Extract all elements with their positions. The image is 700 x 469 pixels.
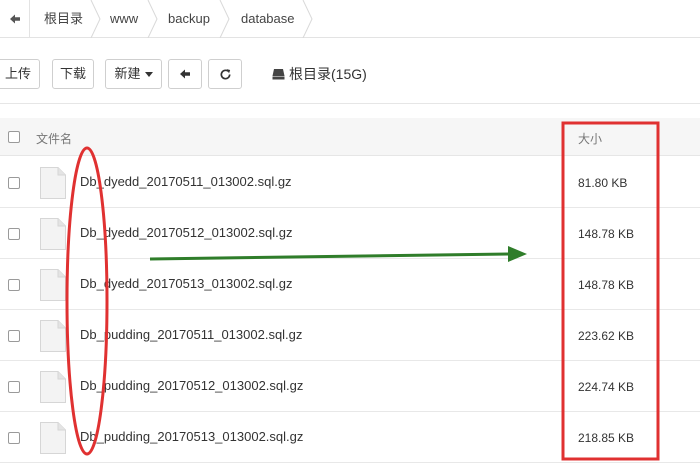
file-size: 81.80 KB (578, 176, 628, 190)
breadcrumb-back-button[interactable] (0, 0, 30, 38)
table-row[interactable]: Db_pudding_20170513_013002.sql.gz 218.85… (0, 412, 700, 463)
file-size: 148.78 KB (578, 227, 635, 241)
file-icon (40, 269, 66, 301)
table-row[interactable]: Db_dyedd_20170513_013002.sql.gz 148.78 K… (0, 259, 700, 310)
download-button-label: 下载 (59, 66, 86, 81)
hard-drive-icon (272, 69, 285, 80)
upload-button-label: 上传 (4, 66, 31, 81)
breadcrumb-separator-icon (219, 0, 230, 38)
column-header-size[interactable]: 大小 (578, 118, 602, 160)
arrow-left-icon (10, 14, 20, 24)
row-checkbox[interactable] (8, 177, 20, 189)
new-button-label: 新建 (114, 66, 141, 81)
file-size: 224.74 KB (578, 380, 635, 394)
breadcrumb-item-database[interactable]: database (241, 0, 295, 38)
file-name[interactable]: Db_dyedd_20170512_013002.sql.gz (80, 225, 293, 240)
column-header-name[interactable]: 文件名 (36, 118, 72, 160)
file-table-header: 文件名 大小 (0, 118, 700, 156)
file-name[interactable]: Db_dyedd_20170511_013002.sql.gz (80, 174, 292, 189)
drive-label: 根目录(15G) (289, 66, 367, 82)
toolbar: 上传 下载 新建 根目录(15G) (0, 48, 700, 104)
breadcrumb-separator-icon (90, 0, 101, 38)
refresh-icon (220, 69, 231, 80)
file-name[interactable]: Db_pudding_20170513_013002.sql.gz (80, 429, 303, 444)
arrow-left-icon (180, 69, 190, 79)
breadcrumb-separator-icon (147, 0, 158, 38)
file-name[interactable]: Db_pudding_20170511_013002.sql.gz (80, 327, 302, 342)
file-icon (40, 320, 66, 352)
new-dropdown-button[interactable]: 新建 (105, 59, 162, 89)
file-name[interactable]: Db_pudding_20170512_013002.sql.gz (80, 378, 303, 393)
breadcrumb-item-backup[interactable]: backup (168, 0, 210, 38)
table-row[interactable]: Db_pudding_20170512_013002.sql.gz 224.74… (0, 361, 700, 412)
file-name[interactable]: Db_dyedd_20170513_013002.sql.gz (80, 276, 293, 291)
caret-down-icon (144, 72, 153, 78)
file-icon (40, 218, 66, 250)
row-checkbox[interactable] (8, 330, 20, 342)
back-button[interactable] (168, 59, 202, 89)
table-row[interactable]: Db_pudding_20170511_013002.sql.gz 223.62… (0, 310, 700, 361)
row-checkbox[interactable] (8, 228, 20, 240)
upload-button[interactable]: 上传 (0, 59, 40, 89)
file-icon (40, 371, 66, 403)
download-button[interactable]: 下载 (52, 59, 94, 89)
table-row[interactable]: Db_dyedd_20170511_013002.sql.gz 81.80 KB (0, 157, 700, 208)
file-size: 148.78 KB (578, 278, 635, 292)
select-all-checkbox[interactable] (8, 131, 20, 143)
breadcrumb-separator-icon (302, 0, 313, 38)
row-checkbox[interactable] (8, 432, 20, 444)
breadcrumb: 根目录 www backup database (0, 0, 700, 38)
file-icon (40, 167, 66, 199)
file-size: 218.85 KB (578, 431, 635, 445)
file-size: 223.62 KB (578, 329, 635, 343)
file-icon (40, 422, 66, 454)
breadcrumb-item-root[interactable]: 根目录 (44, 0, 83, 38)
row-checkbox[interactable] (8, 279, 20, 291)
row-checkbox[interactable] (8, 381, 20, 393)
table-row[interactable]: Db_dyedd_20170512_013002.sql.gz 148.78 K… (0, 208, 700, 259)
breadcrumb-item-www[interactable]: www (110, 0, 138, 38)
current-drive-info: 根目录(15G) (272, 59, 367, 89)
refresh-button[interactable] (208, 59, 242, 89)
